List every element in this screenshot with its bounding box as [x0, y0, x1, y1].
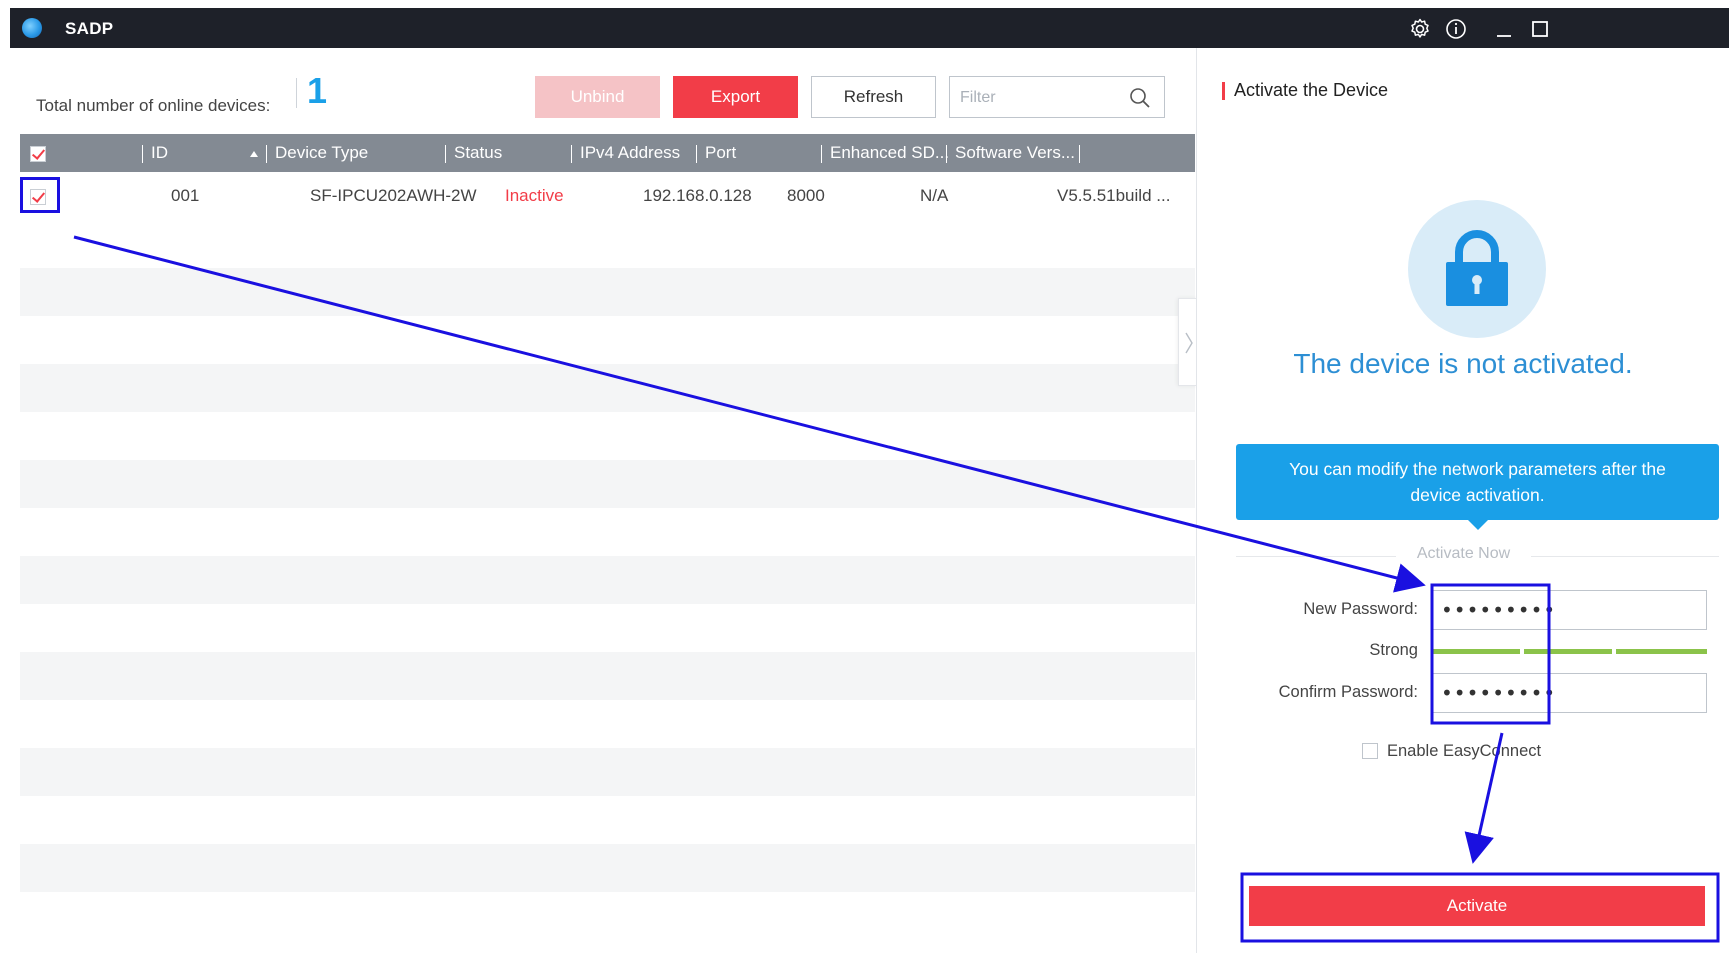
collapse-panel-tab[interactable] [1178, 298, 1198, 386]
empty-row [20, 220, 1195, 268]
search-icon[interactable] [1128, 86, 1152, 110]
section-divider [1531, 556, 1719, 557]
device-list-area: Total number of online devices: 1 Unbind… [0, 48, 1196, 953]
cell-device-type: SF-IPCU202AWH-2W [310, 186, 477, 205]
empty-row [20, 652, 1195, 700]
refresh-button[interactable]: Refresh [811, 76, 936, 118]
empty-row [20, 892, 1195, 940]
count-separator [296, 78, 297, 108]
easyconnect-checkbox[interactable] [1362, 743, 1378, 759]
empty-row [20, 460, 1195, 508]
activation-status-message: The device is not activated. [1293, 348, 1633, 379]
maximize-icon[interactable] [1528, 17, 1552, 41]
app-title: SADP [65, 19, 114, 38]
column-header-software-version[interactable]: Software Vers... [946, 134, 1080, 172]
export-button[interactable]: Export [673, 76, 798, 118]
empty-row [20, 508, 1195, 556]
select-all-checkbox[interactable] [30, 145, 46, 162]
filter-box [949, 76, 1165, 118]
password-strength-label: Strong [1369, 641, 1418, 659]
cell-id: 001 [171, 186, 200, 205]
easyconnect-label: Enable EasyConnect [1387, 742, 1542, 760]
strength-bar-segment [1616, 649, 1707, 654]
lock-icon [1446, 230, 1508, 306]
empty-row [20, 412, 1195, 460]
empty-row [20, 796, 1195, 844]
tooltip-line: You can modify the network parameters af… [1289, 459, 1666, 479]
cell-software-version: V5.5.51build ... [1057, 186, 1171, 205]
table-row[interactable]: 001 SF-IPCU202AWH-2W Inactive 192.168.0.… [20, 172, 1195, 220]
online-devices-count: 1 [307, 70, 328, 111]
empty-row [20, 700, 1195, 748]
empty-row [20, 748, 1195, 796]
gear-icon[interactable] [1408, 17, 1432, 41]
empty-row [20, 364, 1195, 412]
table-body: 001 SF-IPCU202AWH-2W Inactive 192.168.0.… [20, 172, 1195, 940]
column-header-device-type[interactable]: Device Type [250, 134, 368, 172]
table-header: ID Device Type Status IPv4 Address Port … [20, 134, 1195, 172]
new-password-label: New Password: [1303, 600, 1418, 618]
title-bar: SADP [10, 8, 1729, 48]
cell-enhanced-sdk: N/A [920, 186, 949, 205]
tooltip-line: device activation. [1410, 485, 1545, 505]
empty-row [20, 556, 1195, 604]
minimize-icon[interactable] [1492, 17, 1516, 41]
sort-ascending-icon [250, 150, 258, 157]
annotation-highlight-box [20, 177, 60, 213]
info-icon[interactable] [1444, 17, 1468, 41]
column-header-status[interactable]: Status [445, 134, 502, 172]
column-header-id[interactable]: ID [142, 134, 168, 172]
strength-bar-segment [1432, 649, 1520, 654]
empty-row [20, 316, 1195, 364]
device-table: ID Device Type Status IPv4 Address Port … [20, 134, 1195, 953]
unbind-button[interactable]: Unbind [535, 76, 660, 118]
column-header-ipv4[interactable]: IPv4 Address [571, 134, 680, 172]
activate-button[interactable]: Activate [1249, 886, 1705, 926]
strength-bar-segment [1524, 649, 1612, 654]
cell-status: Inactive [505, 186, 564, 205]
sadp-logo-icon [22, 18, 42, 38]
cell-port: 8000 [787, 186, 825, 205]
filter-input[interactable] [960, 85, 1120, 111]
confirm-password-label: Confirm Password: [1278, 683, 1418, 701]
activate-now-heading: Activate Now [1416, 545, 1511, 562]
activate-panel: Activate the Device The device is not ac… [1197, 48, 1729, 953]
empty-row [20, 604, 1195, 652]
title-accent-bar [1222, 82, 1225, 100]
network-params-tooltip: You can modify the network parameters af… [1236, 444, 1719, 530]
confirm-password-input[interactable] [1432, 673, 1707, 713]
lock-badge [1408, 200, 1546, 338]
cell-ipv4: 192.168.0.128 [643, 186, 752, 205]
online-devices-label: Total number of online devices: [36, 96, 271, 115]
section-divider [1236, 556, 1396, 557]
column-header-enhanced-sdk[interactable]: Enhanced SD... [821, 134, 949, 172]
select-all-header [30, 134, 46, 172]
empty-row [20, 844, 1195, 892]
empty-row [20, 268, 1195, 316]
new-password-input[interactable] [1432, 590, 1707, 630]
column-header-port[interactable]: Port [696, 134, 736, 172]
panel-title: Activate the Device [1234, 80, 1389, 100]
